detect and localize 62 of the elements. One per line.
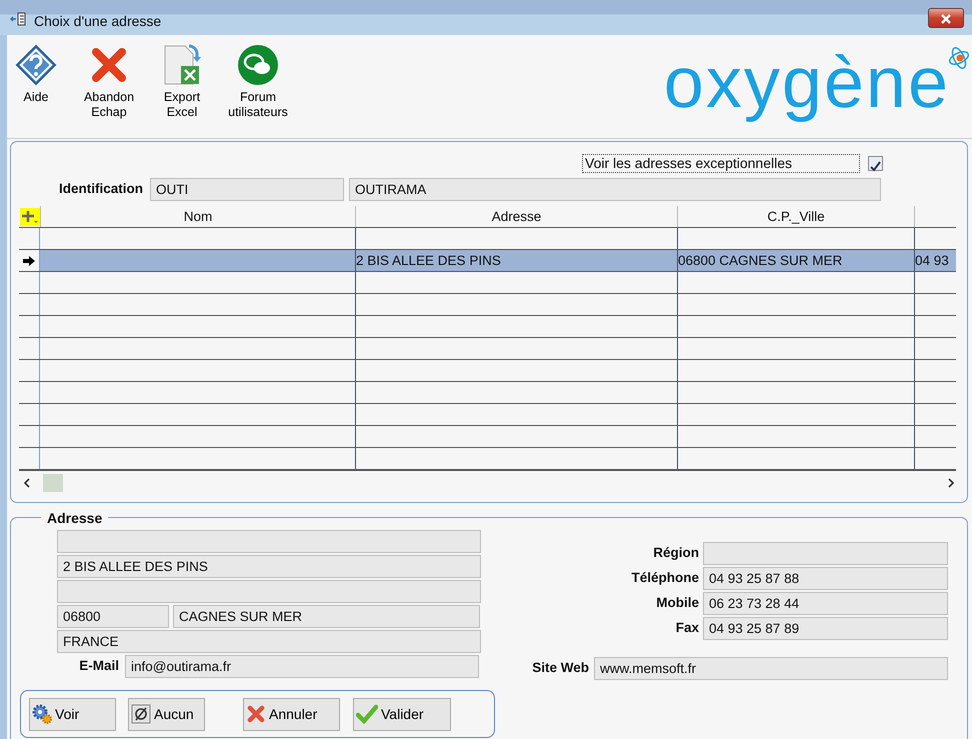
field-label: Mobile bbox=[655, 594, 700, 612]
view-button[interactable]: Voir bbox=[29, 698, 116, 730]
help-icon bbox=[15, 44, 57, 86]
table-row[interactable] bbox=[19, 382, 956, 404]
cancel-button[interactable]: Abandon Echap bbox=[81, 35, 137, 138]
current-row-icon bbox=[23, 256, 35, 266]
window-title: Choix d'une adresse bbox=[34, 12, 162, 31]
field-label: Site Web bbox=[531, 659, 590, 678]
forum-button[interactable]: Forum utilisateurs bbox=[227, 35, 289, 138]
table-row[interactable]: 2 BIS ALLEE DES PINS 06800 CAGNES SUR MER 04 93 bbox=[19, 250, 956, 272]
table-row[interactable] bbox=[19, 448, 956, 470]
address-field[interactable] bbox=[57, 530, 481, 553]
close-button[interactable] bbox=[928, 8, 964, 28]
atom-icon bbox=[948, 45, 970, 71]
table-row[interactable] bbox=[19, 360, 956, 382]
window-icon bbox=[10, 12, 26, 26]
city-field[interactable]: CAGNES SUR MER bbox=[173, 605, 480, 628]
table-row[interactable] bbox=[19, 426, 956, 448]
table-row[interactable] bbox=[19, 338, 956, 360]
contact-field[interactable]: 04 93 25 87 89 bbox=[703, 617, 948, 640]
forum-icon bbox=[237, 44, 279, 86]
gears-icon bbox=[32, 704, 52, 724]
website-field[interactable]: www.memsoft.fr bbox=[594, 657, 948, 680]
field-label: Région bbox=[652, 544, 700, 562]
contact-field[interactable]: 06 23 73 28 44 bbox=[703, 592, 948, 615]
email-field[interactable]: info@outirama.fr bbox=[125, 655, 479, 678]
section-title: Adresse bbox=[41, 510, 108, 526]
field-label: E-Mail bbox=[78, 657, 120, 676]
cancel-button[interactable]: Annuler bbox=[243, 698, 340, 730]
export-button[interactable]: Export Excel bbox=[159, 35, 205, 138]
scroll-left-icon[interactable] bbox=[23, 478, 31, 488]
cancel-icon bbox=[246, 704, 266, 724]
table-row[interactable] bbox=[19, 404, 956, 426]
checkbox-label: Voir les adresses exceptionnelles bbox=[582, 154, 860, 172]
address-field[interactable] bbox=[57, 580, 481, 603]
table-cell: 2 BIS ALLEE DES PINS bbox=[355, 250, 677, 271]
table-cell: 06800 CAGNES SUR MER bbox=[677, 250, 914, 271]
checkbox[interactable] bbox=[868, 156, 883, 170]
add-column-icon[interactable] bbox=[20, 208, 40, 226]
table-row[interactable] bbox=[19, 272, 956, 294]
table-cell: 04 93 bbox=[914, 250, 956, 271]
code-field[interactable]: OUTI bbox=[150, 178, 344, 201]
field-label: Fax bbox=[674, 619, 700, 638]
scrollbar-thumb[interactable] bbox=[43, 474, 63, 492]
field-label: Téléphone bbox=[630, 569, 700, 588]
table-row[interactable] bbox=[19, 316, 956, 338]
none-button[interactable]: Aucun bbox=[128, 698, 205, 730]
logo: oxygène bbox=[664, 43, 950, 123]
check-icon bbox=[356, 704, 378, 724]
close-icon bbox=[939, 14, 953, 24]
name-field[interactable]: OUTIRAMA bbox=[349, 178, 881, 201]
postal-code-field[interactable]: 06800 bbox=[57, 605, 169, 628]
validate-button[interactable]: Valider bbox=[353, 698, 451, 730]
address-field[interactable]: 2 BIS ALLEE DES PINS bbox=[57, 555, 481, 578]
contact-field[interactable]: 04 93 25 87 88 bbox=[703, 567, 948, 590]
contact-field[interactable] bbox=[703, 542, 948, 565]
table-row[interactable] bbox=[19, 294, 956, 316]
country-field[interactable]: FRANCE bbox=[57, 630, 481, 653]
scroll-right-icon[interactable] bbox=[947, 478, 955, 488]
help-button[interactable]: Aide bbox=[15, 35, 57, 138]
field-label: Identification bbox=[58, 180, 144, 198]
empty-set-icon bbox=[131, 704, 151, 724]
